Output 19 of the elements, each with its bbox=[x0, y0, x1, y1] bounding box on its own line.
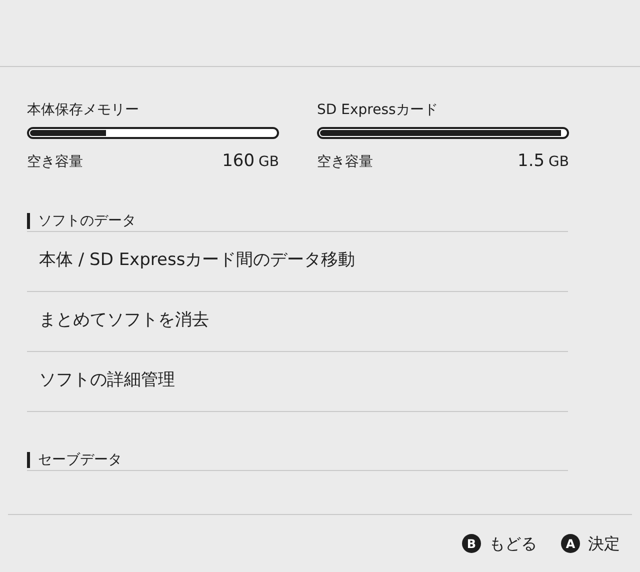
free-space-amount: 160 bbox=[222, 150, 255, 173]
menu-item[interactable]: ソフトの詳細管理 bbox=[27, 352, 568, 412]
free-space-unit: GB bbox=[258, 153, 279, 172]
section-title: セーブデータ bbox=[38, 450, 122, 470]
storage-name: SD Expressカード bbox=[317, 101, 439, 119]
footer-button[interactable]: A 決定 bbox=[561, 532, 620, 556]
key-icon: B bbox=[462, 534, 481, 553]
storage-name: 本体保存メモリー bbox=[27, 101, 140, 119]
section-title: ソフトのデータ bbox=[38, 212, 136, 230]
footer-button[interactable]: B もどる bbox=[462, 532, 537, 556]
free-space-amount: 1.5 bbox=[518, 150, 545, 173]
menu-item[interactable]: まとめてソフトを消去 bbox=[27, 292, 568, 352]
key-icon: A bbox=[561, 534, 580, 553]
free-space-label: 空き容量 bbox=[317, 153, 373, 172]
section-marker bbox=[27, 212, 30, 228]
free-space-label: 空き容量 bbox=[27, 153, 83, 172]
free-space-unit: GB bbox=[548, 153, 569, 172]
section-marker bbox=[27, 452, 30, 468]
menu-item[interactable]: 本体 / SD Expressカード間のデータ移動 bbox=[27, 232, 568, 292]
